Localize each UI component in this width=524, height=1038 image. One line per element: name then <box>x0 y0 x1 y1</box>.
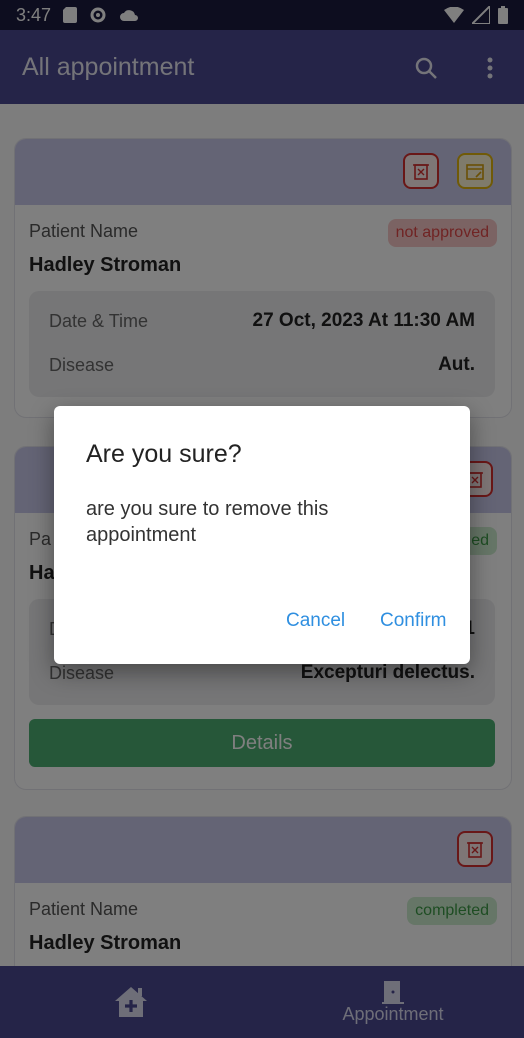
confirm-button[interactable]: Confirm <box>380 610 447 632</box>
cancel-button[interactable]: Cancel <box>286 610 345 632</box>
confirm-dialog: Are you sure? are you sure to remove thi… <box>54 406 470 664</box>
dialog-title: Are you sure? <box>86 440 242 468</box>
dialog-message: are you sure to remove this appointment <box>86 498 329 546</box>
